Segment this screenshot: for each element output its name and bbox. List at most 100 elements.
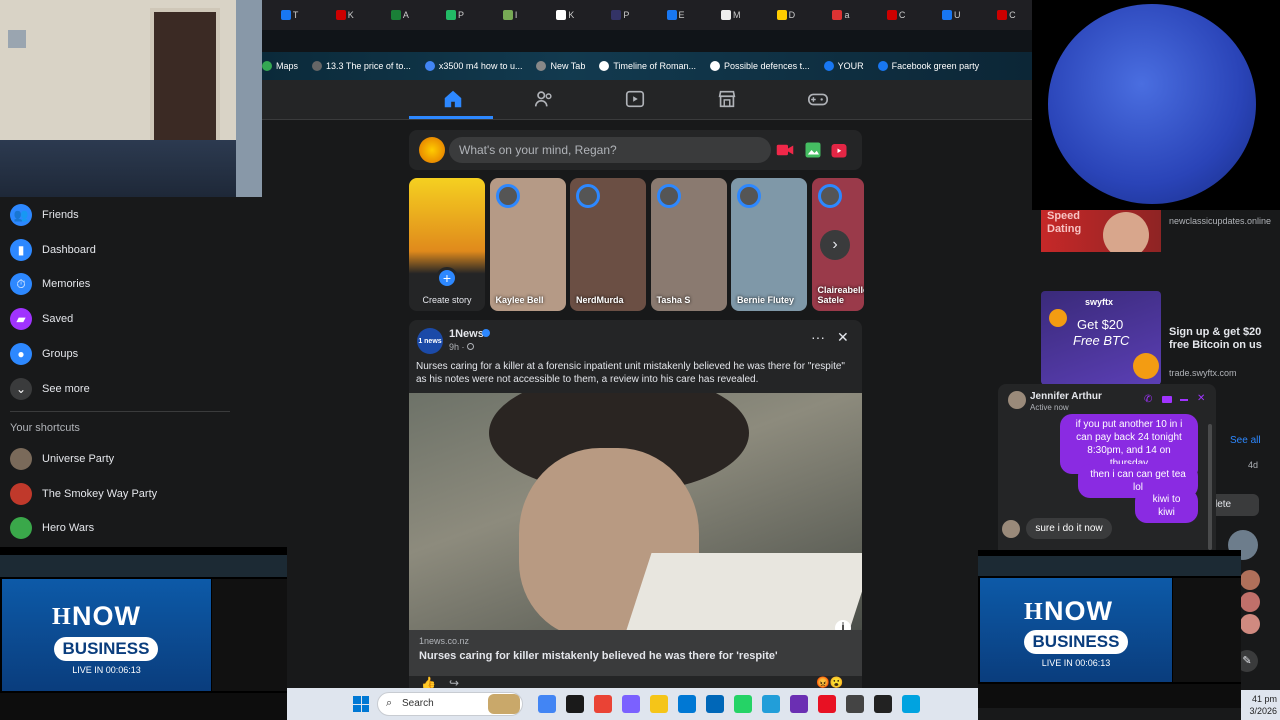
ad-speed-dating-image[interactable]: Speed Dating [1041, 210, 1161, 252]
shortcut-item[interactable]: Hero Wars [10, 513, 94, 543]
taskbar-app-icon[interactable] [706, 695, 724, 713]
bookmark-item[interactable]: Facebook green party [877, 61, 980, 71]
stories-next-button[interactable]: › [820, 230, 850, 260]
search-highlight-image [488, 694, 520, 714]
post-avatar[interactable]: 1 news [417, 328, 443, 354]
taskbar-app-icon[interactable] [874, 695, 892, 713]
taskbar-app-icon[interactable] [762, 695, 780, 713]
story-card[interactable]: NerdMurda [570, 178, 646, 311]
chat-name[interactable]: Jennifer Arthur [1030, 391, 1102, 402]
post-photo[interactable]: i [409, 393, 862, 630]
taskbar-app-icon[interactable] [566, 695, 584, 713]
bookmark-item[interactable]: YOUR [823, 61, 864, 71]
shortcut-item[interactable]: The Smokey Way Party [10, 479, 157, 509]
taskbar-search[interactable]: ⌕ Search [377, 692, 523, 716]
taskbar-app-icon[interactable] [594, 695, 612, 713]
browser-tab[interactable]: C [871, 6, 922, 24]
chat-message-3: kiwi to kiwi [1135, 489, 1198, 523]
taskbar-app-icon[interactable] [902, 695, 920, 713]
sidebar-item-dashboard[interactable]: ▮ Dashboard [10, 235, 96, 265]
chat-call-icon[interactable]: ✆ [1144, 394, 1152, 405]
browser-tab[interactable]: M [705, 6, 756, 24]
sidebar-item-memories[interactable]: ⏱ Memories [10, 269, 90, 299]
photo-video-icon[interactable] [804, 141, 822, 159]
herald-h-icon: H [52, 604, 71, 630]
sidebar-item-friends[interactable]: 👥 Friends [10, 200, 79, 230]
taskbar-app-icon[interactable] [846, 695, 864, 713]
composer-avatar[interactable] [419, 137, 445, 163]
taskbar-app-icon[interactable] [622, 695, 640, 713]
bookmark-item[interactable]: Timeline of Roman... [599, 61, 696, 71]
post-time[interactable]: 9h · [449, 342, 465, 352]
bookmark-item[interactable]: x3500 m4 how to u... [424, 61, 522, 71]
browser-tab[interactable]: K [319, 6, 370, 24]
ad-title[interactable]: Sign up & get $20 free Bitcoin on us [1169, 326, 1269, 352]
see-all-link[interactable]: See all [1230, 435, 1261, 446]
chat-video-icon[interactable] [1162, 396, 1172, 403]
story-name: Kaylee Bell [495, 295, 544, 305]
contact-avatar-2[interactable] [1240, 570, 1260, 590]
taskbar-app-icon[interactable] [790, 695, 808, 713]
post-close-icon[interactable]: ✕ [837, 329, 849, 346]
sidebar-item-groups[interactable]: ● Groups [10, 339, 78, 369]
story-card[interactable]: Kaylee Bell [489, 178, 566, 311]
story-card[interactable]: Tasha S [650, 178, 727, 311]
browser-tab[interactable]: K [540, 6, 591, 24]
now-logo-2: NOW [1044, 596, 1113, 626]
taskbar-app-icon[interactable] [818, 695, 836, 713]
sidebar-item-saved[interactable]: ▰ Saved [10, 304, 73, 334]
chat-avatar[interactable] [1008, 391, 1026, 409]
bookmark-item[interactable]: Possible defences t... [710, 61, 810, 71]
globe-icon [467, 343, 474, 350]
home-icon[interactable] [442, 88, 464, 110]
bookmark-label: Facebook green party [891, 61, 980, 71]
ad-url-2[interactable]: trade.swyftx.com [1169, 368, 1237, 378]
ad-swyftx-image[interactable]: swyftx Get $20 Free BTC [1041, 291, 1161, 385]
chat-scrollbar[interactable] [1208, 424, 1212, 550]
browser-tab[interactable]: A [374, 6, 425, 24]
browser-tab[interactable]: T [264, 6, 315, 24]
tab-favicon-icon [390, 10, 401, 20]
create-story-card[interactable]: + Create story [409, 178, 485, 311]
now-overlay-toolbar-2 [978, 556, 1241, 576]
shortcut-item[interactable]: Universe Party [10, 444, 114, 474]
browser-tab[interactable]: I [485, 6, 536, 24]
taskbar-app-icon[interactable] [678, 695, 696, 713]
start-button[interactable] [353, 696, 369, 712]
browser-tab[interactable]: D [760, 6, 811, 24]
gaming-nav-icon[interactable] [807, 88, 829, 110]
bookmark-favicon-icon [424, 61, 435, 71]
live-video-icon[interactable] [776, 142, 794, 158]
taskbar-app-icon[interactable] [650, 695, 668, 713]
now-side-panel-2 [1173, 578, 1241, 682]
reel-icon[interactable] [830, 141, 848, 159]
taskbar-clock[interactable]: 41 pm 3/2026 [1241, 690, 1280, 720]
contact-avatar-4[interactable] [1240, 614, 1260, 634]
marketplace-nav-icon[interactable] [716, 88, 738, 110]
chat-close-icon[interactable]: ✕ [1197, 393, 1205, 404]
video-nav-icon[interactable] [624, 88, 646, 110]
taskbar-app-icon[interactable] [538, 695, 556, 713]
browser-tab[interactable]: E [650, 6, 701, 24]
post-author[interactable]: 1News [449, 328, 484, 340]
browser-tab[interactable]: U [926, 6, 977, 24]
ad-url[interactable]: newclassicupdates.online [1169, 215, 1271, 227]
browser-tab[interactable]: P [429, 6, 480, 24]
contact-avatar-3[interactable] [1240, 592, 1260, 612]
browser-tab[interactable]: C [981, 6, 1032, 24]
sidebar-item-see-more[interactable]: ⌄ See more [10, 374, 90, 404]
ad-face [1103, 212, 1149, 252]
taskbar-app-icon[interactable] [734, 695, 752, 713]
composer-input[interactable]: What's on your mind, Regan? [449, 137, 771, 163]
bookmark-item[interactable]: New Tab [536, 61, 585, 71]
bookmark-item[interactable]: Maps [262, 61, 298, 71]
address-bar[interactable] [262, 30, 1032, 52]
browser-tab[interactable]: a [815, 6, 866, 24]
bookmark-item[interactable]: 13.3 The price of to... [312, 61, 411, 71]
story-card[interactable]: Bernie Flutey [731, 178, 807, 311]
browser-tab[interactable]: P [595, 6, 646, 24]
friends-nav-icon[interactable] [533, 88, 555, 110]
post-more-button[interactable]: ··· [811, 330, 825, 344]
chat-minimize-icon[interactable] [1180, 399, 1188, 401]
photo-info-icon[interactable]: i [835, 620, 851, 630]
